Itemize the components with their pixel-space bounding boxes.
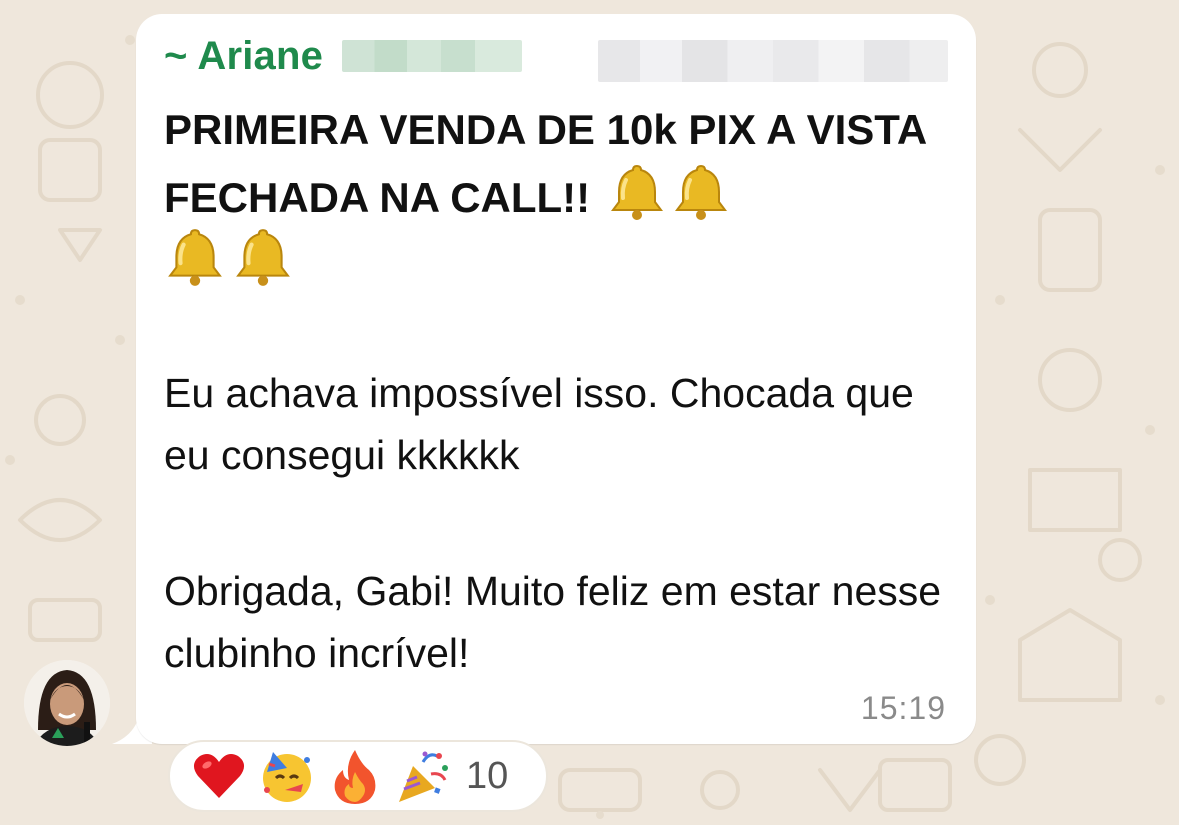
- message-headline: PRIMEIRA VENDA DE 10k PIX A VISTA FECHAD…: [164, 98, 964, 230]
- redacted-phone-number: [342, 40, 522, 72]
- sender-name[interactable]: ~ Ariane: [164, 34, 323, 79]
- message-timestamp: 15:19: [860, 690, 946, 726]
- avatar-photo-icon: [24, 660, 110, 746]
- bell-icon: [674, 164, 727, 220]
- heart-icon: [190, 747, 248, 805]
- sender-row: ~ Ariane: [164, 34, 323, 78]
- bell-icon: [610, 164, 663, 220]
- party-popper-icon: [394, 747, 452, 805]
- bell-icon: [168, 229, 222, 286]
- fire-icon: [326, 747, 384, 805]
- reactions-bar[interactable]: 10: [168, 740, 548, 812]
- sender-avatar[interactable]: [24, 660, 110, 746]
- message-paragraph-1: Eu achava impossível isso. Chocada que e…: [164, 370, 914, 478]
- message-bubble[interactable]: ~ Ariane PRIMEIRA VENDA DE 10k PIX A VIS…: [136, 14, 976, 744]
- headline-text: PRIMEIRA VENDA DE 10k PIX A VISTA FECHAD…: [164, 106, 926, 221]
- bell-emoji-row: [164, 226, 294, 288]
- bell-icon: [236, 229, 290, 286]
- redacted-sender-info: [598, 40, 948, 82]
- reaction-count: 10: [466, 754, 509, 797]
- message-paragraph-2: Obrigada, Gabi! Muito feliz em estar nes…: [164, 568, 942, 676]
- partying-face-icon: [258, 747, 316, 805]
